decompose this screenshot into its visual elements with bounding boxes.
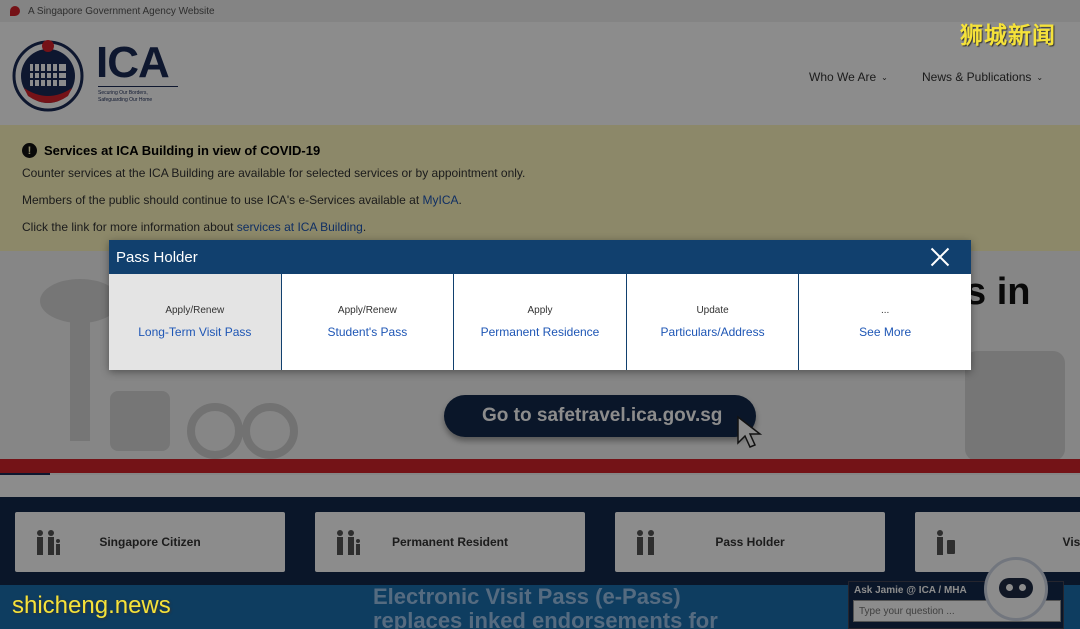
option-service-link[interactable]: Long-Term Visit Pass: [138, 325, 251, 339]
option-service-link[interactable]: Permanent Residence: [481, 325, 600, 339]
modal-header: Pass Holder: [109, 240, 971, 274]
option-service-link[interactable]: Particulars/Address: [661, 325, 765, 339]
option-permanent-residence[interactable]: Apply Permanent Residence: [454, 274, 627, 370]
modal-title: Pass Holder: [116, 248, 198, 266]
option-action: Update: [696, 305, 729, 316]
option-action: Apply: [527, 305, 553, 316]
pass-holder-modal: Pass Holder Apply/Renew Long-Term Visit …: [109, 240, 971, 370]
option-particulars-address[interactable]: Update Particulars/Address: [626, 274, 800, 370]
option-see-more[interactable]: ... See More: [799, 274, 971, 370]
option-action: Apply/Renew: [165, 305, 225, 316]
watermark-bottom: shicheng.news: [12, 592, 171, 619]
option-service-link[interactable]: Student's Pass: [328, 325, 408, 339]
option-students-pass[interactable]: Apply/Renew Student's Pass: [281, 274, 455, 370]
close-icon[interactable]: [929, 246, 951, 268]
watermark-top: 狮城新闻: [960, 22, 1056, 48]
modal-options: Apply/Renew Long-Term Visit Pass Apply/R…: [109, 274, 971, 370]
option-service-link[interactable]: See More: [859, 325, 911, 339]
option-action: Apply/Renew: [337, 305, 397, 316]
option-action: ...: [881, 305, 890, 316]
option-long-term-visit-pass[interactable]: Apply/Renew Long-Term Visit Pass: [109, 274, 282, 370]
